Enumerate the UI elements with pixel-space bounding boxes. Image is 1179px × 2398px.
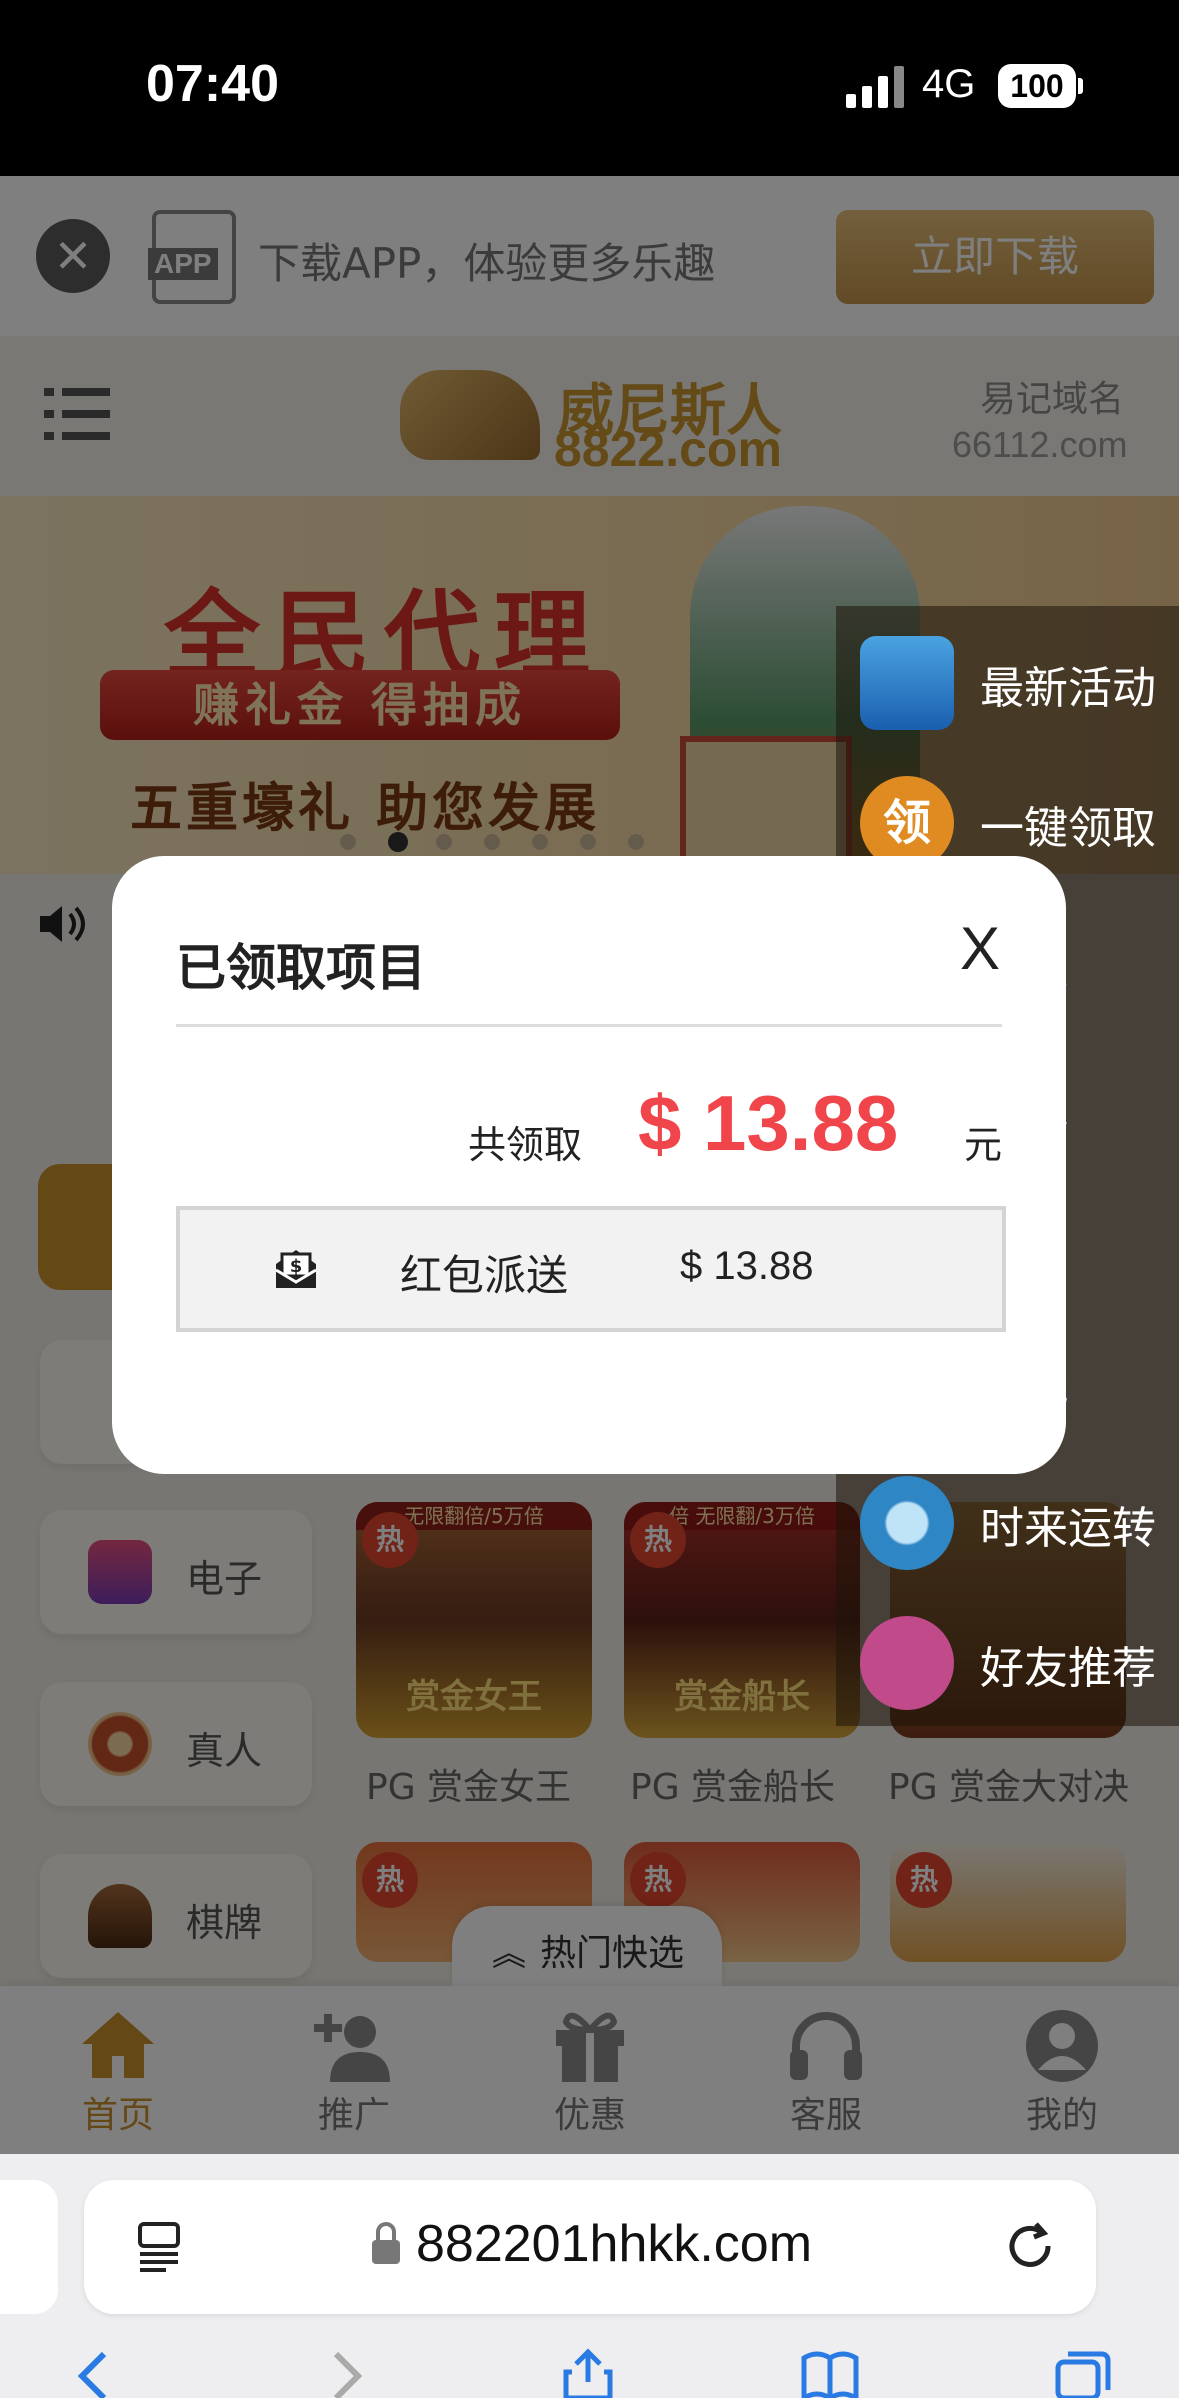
svg-text:$: $ [290, 1256, 303, 1277]
status-time: 07:40 [146, 55, 279, 113]
total-amount: $ 13.88 [638, 1079, 899, 1167]
money-envelope-icon: $ [275, 1250, 317, 1288]
tabs-icon[interactable] [1054, 2348, 1114, 2398]
bookmarks-icon[interactable] [800, 2348, 860, 2398]
url-text[interactable]: 882201hhkk.com [416, 2214, 812, 2274]
dialog-divider [176, 1024, 1002, 1027]
wheel-icon [860, 1476, 954, 1570]
reader-mode-icon[interactable] [136, 2220, 182, 2274]
lock-icon [372, 2222, 400, 2264]
claimed-items-dialog: 已领取项目 X 共领取 $ 13.88 元 $ 红包派送 $ 13.88 [112, 856, 1066, 1474]
item-amount: $ 13.88 [680, 1244, 814, 1288]
battery-icon: 100 [998, 64, 1076, 108]
item-name: 红包派送 [400, 1251, 569, 1300]
side-menu-item[interactable]: 好友推荐 [836, 1586, 1179, 1726]
side-menu-label: 最新活动 [980, 663, 1156, 714]
side-menu-label: 一键领取 [980, 803, 1156, 854]
currency-unit: 元 [964, 1123, 1003, 1167]
side-menu-item[interactable]: 最新活动 [836, 606, 1179, 746]
total-label: 共领取 [468, 1123, 583, 1167]
close-button[interactable]: X [960, 914, 1000, 983]
status-bar: 07:40 4G 100 [0, 0, 1179, 176]
claimed-item-row: $ 红包派送 $ 13.88 [176, 1206, 1006, 1332]
battery-nub [1078, 78, 1083, 94]
back-icon[interactable] [64, 2348, 124, 2398]
forward-icon[interactable] [316, 2348, 376, 2398]
side-menu-label: 时来运转 [980, 1503, 1156, 1554]
reload-icon[interactable] [1002, 2218, 1058, 2274]
side-menu-label: 好友推荐 [980, 1643, 1156, 1694]
friends-icon [860, 1616, 954, 1710]
address-bar[interactable]: 882201hhkk.com [84, 2180, 1096, 2314]
dialog-title: 已领取项目 [176, 939, 426, 997]
previous-tab-peek[interactable] [0, 2180, 58, 2314]
network-type: 4G [922, 62, 976, 106]
share-icon[interactable] [558, 2348, 618, 2398]
signal-icon [846, 66, 904, 108]
activity-icon [860, 636, 954, 730]
